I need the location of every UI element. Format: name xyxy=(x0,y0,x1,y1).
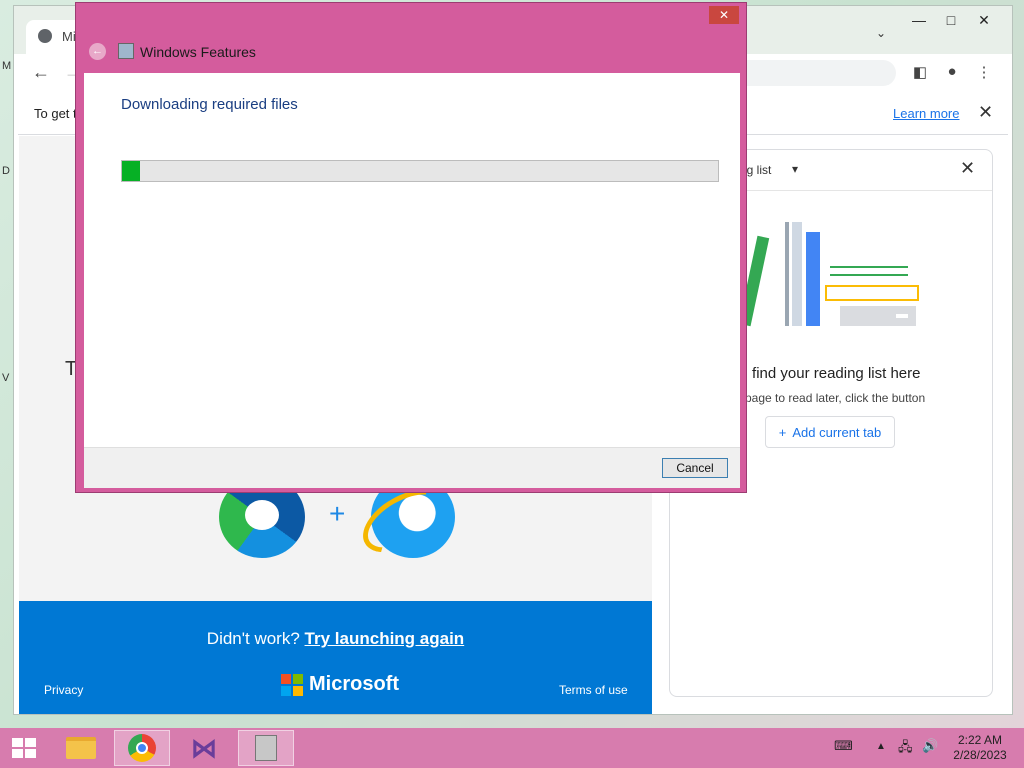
desktop-icon-fragment: M xyxy=(2,60,12,72)
dialog-title: Windows Features xyxy=(140,44,256,60)
windows-features-app-icon xyxy=(118,43,134,59)
start-button-windows-icon[interactable] xyxy=(12,738,36,758)
dialog-heading: Downloading required files xyxy=(121,96,298,113)
back-arrow-icon[interactable]: ← xyxy=(89,43,106,60)
learn-more-link[interactable]: Learn more xyxy=(893,106,959,121)
dialog-footer: Cancel xyxy=(84,447,740,488)
try-launching-again-link[interactable]: Try launching again xyxy=(305,629,465,648)
restore-button[interactable]: □ xyxy=(936,12,966,28)
microsoft-wordmark: Microsoft xyxy=(309,673,399,695)
dialog-body: Downloading required files xyxy=(84,73,740,447)
tab-search-chevron-icon[interactable]: ⌄ xyxy=(876,26,886,40)
retry-prefix: Didn't work? xyxy=(206,629,300,648)
windows-features-dialog: ✕ ← Windows Features Downloading require… xyxy=(75,2,747,493)
show-hidden-icons-chevron-icon[interactable]: ▲ xyxy=(876,741,886,752)
touch-keyboard-icon[interactable]: ⌨ xyxy=(834,738,853,754)
plus-icon: + xyxy=(778,424,787,440)
retry-line: Didn't work? Try launching again xyxy=(19,629,652,649)
globe-icon xyxy=(38,29,52,43)
windows-features-icon xyxy=(255,735,277,761)
clock-time: 2:22 AM xyxy=(957,733,1003,747)
back-arrow-icon[interactable]: ← xyxy=(32,62,50,83)
menu-kebab-icon[interactable]: ⋮ xyxy=(974,63,994,83)
chrome-icon xyxy=(128,734,156,762)
terms-of-use-link[interactable]: Terms of use xyxy=(559,683,628,697)
visual-studio-icon: ⋈ xyxy=(191,732,217,763)
add-current-tab-label: Add current tab xyxy=(792,424,882,440)
reading-list-empty-subtext: a page to read later, click the button xyxy=(735,391,926,405)
reading-list-dropdown-icon[interactable]: ▾ xyxy=(792,162,798,176)
desktop-icon-fragment: V xyxy=(2,372,10,384)
folder-icon xyxy=(66,737,96,759)
footer-band: Didn't work? Try launching again Privacy… xyxy=(19,601,652,714)
privacy-link[interactable]: Privacy xyxy=(44,683,83,697)
reading-list-empty-message: u'll find your reading list here xyxy=(730,365,921,382)
reading-list-close-icon[interactable]: ✕ xyxy=(960,158,975,179)
cancel-button[interactable]: Cancel xyxy=(662,458,728,478)
profile-avatar-icon[interactable]: ● xyxy=(942,63,962,83)
windows-features-taskbar-button[interactable] xyxy=(238,730,294,766)
visual-studio-taskbar-button[interactable]: ⋈ xyxy=(176,730,232,766)
microsoft-logo-icon xyxy=(281,673,303,696)
volume-icon[interactable]: 🔊 xyxy=(922,738,938,754)
dialog-close-button[interactable]: ✕ xyxy=(709,6,739,24)
tab-title: Mi xyxy=(62,29,76,44)
clock-date: 2/28/2023 xyxy=(953,748,1007,762)
network-icon[interactable]: 🖧 xyxy=(898,738,913,760)
minimize-button[interactable]: — xyxy=(904,12,934,28)
chrome-taskbar-button[interactable] xyxy=(114,730,170,766)
add-current-tab-button[interactable]: + Add current tab xyxy=(765,416,895,448)
download-progress-bar xyxy=(121,160,719,182)
info-bar-message: To get t xyxy=(34,106,77,121)
reading-list-illustration xyxy=(740,222,919,327)
info-bar-close-icon[interactable]: ✕ xyxy=(978,102,993,123)
taskbar: ⋈ ⌨ ▲ 🖧 🔊 2:22 AM 2/28/2023 xyxy=(0,728,1024,768)
microsoft-logo: Microsoft xyxy=(281,673,399,696)
file-explorer-taskbar-button[interactable] xyxy=(53,730,109,766)
plus-icon: + xyxy=(329,498,346,529)
side-panel-icon[interactable]: ◧ xyxy=(910,63,930,83)
taskbar-clock[interactable]: 2:22 AM 2/28/2023 xyxy=(950,733,1010,763)
desktop-icon-fragment: D xyxy=(2,165,10,177)
progress-fill xyxy=(122,161,140,181)
window-close-button[interactable]: ✕ xyxy=(969,12,999,29)
